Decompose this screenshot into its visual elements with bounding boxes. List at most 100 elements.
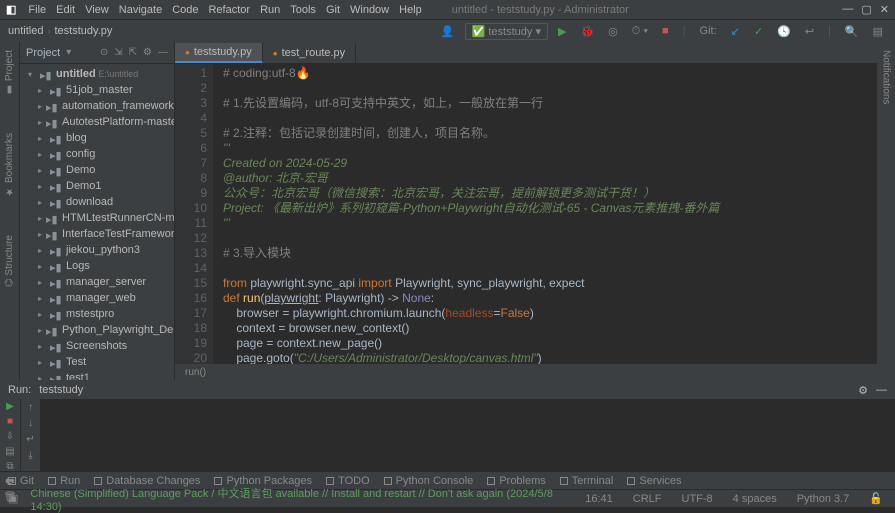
tree-item[interactable]: ▾▸▮untitled E:\untitled [20,66,174,82]
menu-file[interactable]: File [28,4,46,16]
up-nav-icon[interactable]: ↑ [25,401,37,413]
app-icon: ◧ [6,3,16,16]
profile-button[interactable]: ⏱ ▾ [628,23,652,40]
status-message[interactable]: Chinese (Simplified) Language Pack / 中文语… [30,485,569,513]
readonly-icon[interactable]: 🔓 [865,492,887,505]
project-panel: Project ▾ ⊙ ⇲ ⇱ ⚙ — ▾▸▮untitled E:\untit… [20,42,175,380]
filter-icon[interactable]: ⧉ [4,461,16,472]
hide-icon[interactable]: — [158,47,168,58]
tree-item[interactable]: ▸▸▮Python_Playwright_Demo [20,322,174,338]
run-config-select[interactable]: ✅ teststudy ▾ [465,23,548,40]
breadcrumb[interactable]: untitled › teststudy.py [8,25,112,37]
menu-refactor[interactable]: Refactor [208,4,250,16]
debug-button[interactable]: 🐞 [576,23,598,40]
project-tree[interactable]: ▾▸▮untitled E:\untitled▸▸▮51job_master▸▸… [20,64,174,380]
line-separator[interactable]: CRLF [629,493,666,505]
tree-item[interactable]: ▸▸▮Demo1 [20,178,174,194]
editor-tabs: ●teststudy.py●test_route.py [175,42,895,64]
tree-item[interactable]: ▸▸▮InterfaceTestFramework [20,226,174,242]
down-nav-icon[interactable]: ↓ [25,417,37,429]
menu-view[interactable]: View [85,4,109,16]
tree-item[interactable]: ▸▸▮manager_web [20,290,174,306]
code-text[interactable]: # coding:utf-8🔥# 1.先设置编码，utf-8可支持中英文，如上，… [213,64,895,364]
run-panel-label: Run: [8,384,31,396]
toolwindows-icon[interactable]: ▣ [8,492,18,505]
stop-button[interactable]: ■ [658,23,673,39]
tree-item[interactable]: ▸▸▮HTMLtestRunnerCN-master [20,210,174,226]
git-rollback-icon[interactable]: ↩ [801,23,818,40]
navbar: untitled › teststudy.py 👤 ✅ teststudy ▾ … [0,20,895,42]
search-icon[interactable]: 🔍 [841,23,863,40]
python-interpreter[interactable]: Python 3.7 [793,493,854,505]
tree-item[interactable]: ▸▸▮download [20,194,174,210]
menu-tools[interactable]: Tools [290,4,316,16]
run-panel: Run: teststudy ⚙ — ▶ ■ ⇩ ▤ ⧉ 🖶 🗑 ↑ ↓ ↵ ⤓ [0,380,895,471]
tree-item[interactable]: ▸▸▮manager_server [20,274,174,290]
expand-all-icon[interactable]: ⇲ [114,47,122,58]
project-tool-tab[interactable]: ▮ Project [4,46,15,99]
wrap-icon[interactable]: ↵ [25,433,37,445]
menu-run[interactable]: Run [260,4,280,16]
run-button[interactable]: ▶ [554,23,570,40]
menu-help[interactable]: Help [399,4,422,16]
run-settings-icon[interactable]: ⚙ [858,384,868,397]
line-gutter[interactable]: 12345678910111213141516171819202122 [175,64,213,364]
chevron-down-icon[interactable]: ▾ [66,47,71,58]
run-output[interactable] [40,399,895,471]
window-minimize[interactable]: — [842,3,853,16]
git-update-icon[interactable]: ↙ [727,23,744,40]
git-commit-icon[interactable]: ✓ [750,23,767,40]
notifications-tool-tab[interactable]: Notifications [881,50,892,104]
statusbar: ▣ Chinese (Simplified) Language Pack / 中… [0,489,895,507]
settings-icon[interactable]: ▤ [869,23,887,40]
stop-icon[interactable]: ■ [4,416,16,427]
tree-item[interactable]: ▸▸▮Screenshots [20,338,174,354]
tree-item[interactable]: ▸▸▮test1 [20,370,174,380]
tree-item[interactable]: ▸▸▮jiekou_python3 [20,242,174,258]
menu-navigate[interactable]: Navigate [119,4,162,16]
user-icon[interactable]: 👤 [437,23,459,40]
bookmarks-tool-tab[interactable]: ★ Bookmarks [4,129,15,201]
tree-item[interactable]: ▸▸▮blog [20,130,174,146]
menu-code[interactable]: Code [172,4,198,16]
collapse-all-icon[interactable]: ⇱ [129,47,137,58]
menu-window[interactable]: Window [350,4,389,16]
menu-edit[interactable]: Edit [56,4,75,16]
scroll-icon[interactable]: ⤓ [25,449,37,461]
run-panel-config[interactable]: teststudy [39,384,83,396]
structure-tool-tab[interactable]: ⌬ Structure [4,231,15,291]
project-panel-title: Project [26,47,60,59]
editor-tab[interactable]: ●teststudy.py [175,43,263,63]
editor-tab[interactable]: ●test_route.py [263,43,356,63]
window-close[interactable]: ✕ [880,3,889,16]
select-opened-icon[interactable]: ⊙ [100,47,108,58]
down-icon[interactable]: ⇩ [4,431,16,442]
git-history-icon[interactable]: 🕓 [773,23,795,40]
tree-item[interactable]: ▸▸▮AutotestPlatform-master [20,114,174,130]
git-label: Git: [696,23,721,39]
left-tool-strip: ▮ Project ★ Bookmarks ⌬ Structure [0,42,20,380]
run-toolbar: ▶ ■ ⇩ ▤ ⧉ 🖶 🗑 [0,399,20,471]
tree-item[interactable]: ▸▸▮automation_framework_demo [20,98,174,114]
right-tool-strip: Notifications [877,40,895,380]
caret-position[interactable]: 16:41 [581,493,617,505]
window-maximize[interactable]: ▢ [861,3,871,16]
tree-item[interactable]: ▸▸▮Test [20,354,174,370]
menubar: ◧ File Edit View Navigate Code Refactor Run Too… [0,0,895,20]
tree-item[interactable]: ▸▸▮config [20,146,174,162]
menu-git[interactable]: Git [326,4,340,16]
run-hide-icon[interactable]: — [876,384,887,396]
tree-item[interactable]: ▸▸▮51job_master [20,82,174,98]
layout-icon[interactable]: ▤ [4,446,16,457]
file-encoding[interactable]: UTF-8 [678,493,717,505]
tree-item[interactable]: ▸▸▮mstestpro [20,306,174,322]
tool-services[interactable]: Services [627,475,681,487]
tree-item[interactable]: ▸▸▮Logs [20,258,174,274]
code-breadcrumb[interactable]: run() [175,364,895,380]
indent-setting[interactable]: 4 spaces [729,493,781,505]
gear-icon[interactable]: ⚙ [143,47,152,58]
rerun-icon[interactable]: ▶ [4,401,16,412]
editor-area: ●teststudy.py●test_route.py 123456789101… [175,42,895,380]
coverage-button[interactable]: ◎ [604,23,622,40]
tree-item[interactable]: ▸▸▮Demo [20,162,174,178]
